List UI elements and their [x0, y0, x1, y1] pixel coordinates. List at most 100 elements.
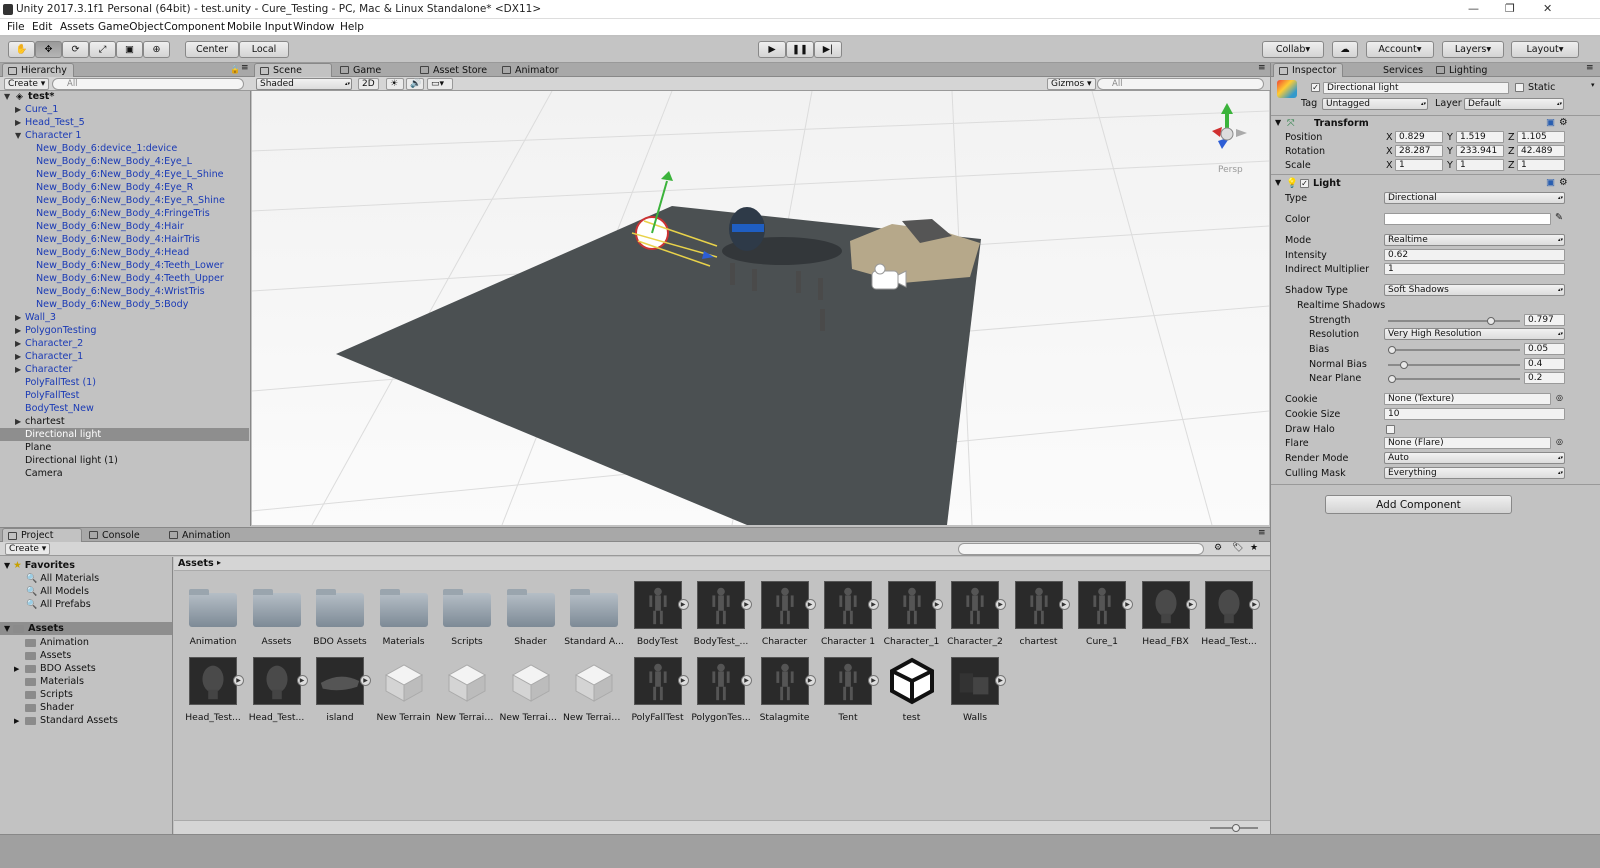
asset-item[interactable]: ▶ BodyTest [627, 581, 689, 653]
expand-asset-icon[interactable]: ▶ [1185, 599, 1197, 610]
assets-root-row[interactable]: ▼ Assets [0, 622, 172, 635]
expand-asset-icon[interactable]: ▶ [1249, 599, 1260, 610]
hand-tool-icon[interactable]: ✋ [8, 41, 35, 58]
hierarchy-item[interactable]: Directional light [0, 428, 249, 441]
asset-item[interactable]: Scripts [436, 581, 498, 653]
expand-asset-icon[interactable]: ▶ [995, 675, 1006, 686]
fav-all-materials[interactable]: 🔍 All Materials [26, 572, 99, 585]
expand-asset-icon[interactable]: ▶ [677, 675, 689, 686]
hierarchy-item[interactable]: New_Body_6:New_Body_4:WristTris [0, 285, 249, 298]
lighting-toggle-icon[interactable]: ☀ [386, 78, 404, 90]
hierarchy-item[interactable]: ▶ chartest [0, 415, 249, 428]
expand-asset-icon[interactable]: ▶ [804, 675, 816, 686]
flare-field[interactable]: None (Flare) [1384, 437, 1551, 449]
effects-toggle-icon[interactable]: ▭▾ [427, 78, 453, 90]
normal-bias-field[interactable]: 0.4 [1524, 358, 1565, 370]
asset-item[interactable]: Materials [373, 581, 435, 653]
hierarchy-item[interactable]: New_Body_6:New_Body_4:Teeth_Lower [0, 259, 249, 272]
hierarchy-item[interactable]: PolyFallTest (1) [0, 376, 249, 389]
gizmos-dropdown[interactable]: Gizmos ▾ [1047, 78, 1096, 90]
expand-asset-icon[interactable]: ▶ [677, 599, 689, 610]
asset-item[interactable]: New Terrain... [563, 657, 625, 729]
expand-arrow-icon[interactable]: ▶ [15, 105, 21, 114]
breadcrumb-assets[interactable]: Assets [178, 558, 214, 569]
hierarchy-item[interactable]: Camera [0, 467, 249, 480]
hierarchy-item[interactable]: New_Body_6:device_1:device [0, 142, 249, 155]
hierarchy-item[interactable]: ▶ Character_1 [0, 350, 249, 363]
hierarchy-item[interactable]: PolyFallTest [0, 389, 249, 402]
asset-item[interactable]: ▶ Tent [817, 657, 879, 729]
hierarchy-item[interactable]: ▶ Character_2 [0, 337, 249, 350]
expand-asset-icon[interactable]: ▶ [868, 599, 879, 610]
expand-asset-icon[interactable]: ▶ [868, 675, 879, 686]
hierarchy-item[interactable]: New_Body_6:New_Body_4:Head [0, 246, 249, 259]
near-plane-slider[interactable] [1388, 375, 1520, 383]
light-foldout-icon[interactable]: ▼ [1275, 178, 1281, 187]
hierarchy-item[interactable]: New_Body_6:New_Body_4:HairTris [0, 233, 249, 246]
lock-icon[interactable]: 🔒 [230, 65, 240, 74]
scene-search-input[interactable]: All [1097, 78, 1264, 90]
cookie-picker-icon[interactable]: ◎ [1556, 393, 1563, 402]
scale-x-field[interactable]: 1 [1395, 159, 1443, 171]
help-icon[interactable]: ▣ [1546, 117, 1555, 128]
expand-asset-icon[interactable]: ▶ [741, 675, 752, 686]
asset-item[interactable]: ▶ BodyTest_... [690, 581, 752, 653]
strength-field[interactable]: 0.797 [1524, 314, 1565, 326]
collab-dropdown[interactable]: Collab ▾ [1262, 41, 1324, 58]
project-folder-1[interactable]: Assets [14, 649, 71, 662]
expand-asset-icon[interactable]: ▶ [741, 599, 752, 610]
scene-menu-icon[interactable]: ≡ [1258, 63, 1266, 73]
static-checkbox[interactable] [1515, 83, 1524, 92]
expand-asset-icon[interactable]: ▶ [804, 599, 816, 610]
toggle-2d-button[interactable]: 2D [358, 78, 379, 90]
expand-asset-icon[interactable]: ▶ [931, 599, 943, 610]
near-plane-field[interactable]: 0.2 [1524, 372, 1565, 384]
component-settings-icon[interactable]: ⚙ [1559, 117, 1568, 128]
hierarchy-item[interactable]: ▼ Character 1 [0, 129, 249, 142]
tab-hierarchy[interactable]: Hierarchy [2, 63, 74, 77]
expand-asset-icon[interactable]: ▶ [233, 675, 244, 686]
draw-halo-checkbox[interactable] [1386, 425, 1395, 434]
asset-item[interactable]: ▶ Head_Test... [182, 657, 244, 729]
hierarchy-item[interactable]: New_Body_6:New_Body_4:Eye_R [0, 181, 249, 194]
project-folder-6[interactable]: ▶ Standard Assets [14, 714, 118, 727]
near-plane-slider-thumb[interactable] [1388, 375, 1396, 383]
asset-item[interactable]: Standard A... [563, 581, 625, 653]
project-folder-4[interactable]: Scripts [14, 688, 73, 701]
normal-bias-slider[interactable] [1388, 361, 1520, 369]
project-search-input[interactable] [958, 543, 1204, 555]
position-y-field[interactable]: 1.519 [1456, 131, 1504, 143]
asset-item[interactable]: ▶ Stalagmite [754, 657, 816, 729]
tab-animator[interactable]: Animator [497, 63, 565, 77]
menu-edit[interactable]: Edit [32, 21, 52, 33]
folder-arrow-icon[interactable]: ▶ [14, 665, 25, 673]
asset-item[interactable]: test [881, 657, 943, 729]
asset-item[interactable]: ▶ Head_Test... [1198, 581, 1260, 653]
panel-menu-icon[interactable]: ≡ [241, 63, 249, 73]
intensity-field[interactable]: 0.62 [1384, 249, 1565, 261]
scale-tool-icon[interactable]: ⤢ [89, 41, 116, 58]
menu-help[interactable]: Help [340, 21, 364, 33]
menu-file[interactable]: File [7, 21, 25, 33]
render-mode-dropdown[interactable]: Auto [1384, 452, 1565, 464]
hierarchy-item[interactable]: ▶ Head_Test_5 [0, 116, 249, 129]
bias-slider-thumb[interactable] [1388, 346, 1396, 354]
indirect-multiplier-field[interactable]: 1 [1384, 263, 1565, 275]
project-folder-0[interactable]: Animation [14, 636, 89, 649]
resolution-dropdown[interactable]: Very High Resolution [1384, 328, 1565, 340]
asset-item[interactable]: New Terrain [373, 657, 435, 729]
transform-foldout-icon[interactable]: ▼ [1275, 118, 1281, 127]
asset-item[interactable]: ▶ Head_Test... [246, 657, 308, 729]
scene-canvas[interactable] [252, 91, 1269, 525]
hierarchy-item[interactable]: ▶ Character [0, 363, 249, 376]
position-x-field[interactable]: 0.829 [1395, 131, 1443, 143]
asset-item[interactable]: ▶ PolygonTes... [690, 657, 752, 729]
filter-label-icon[interactable]: 🏷 [1232, 543, 1243, 553]
asset-item[interactable]: ▶ chartest [1008, 581, 1070, 653]
shadow-type-dropdown[interactable]: Soft Shadows [1384, 284, 1565, 296]
cookie-size-field[interactable]: 10 [1384, 408, 1565, 420]
project-folder-5[interactable]: Shader [14, 701, 74, 714]
expand-arrow-icon[interactable]: ▶ [15, 313, 21, 322]
restore-icon[interactable]: ❐ [1505, 2, 1515, 15]
hierarchy-item[interactable]: Directional light (1) [0, 454, 249, 467]
